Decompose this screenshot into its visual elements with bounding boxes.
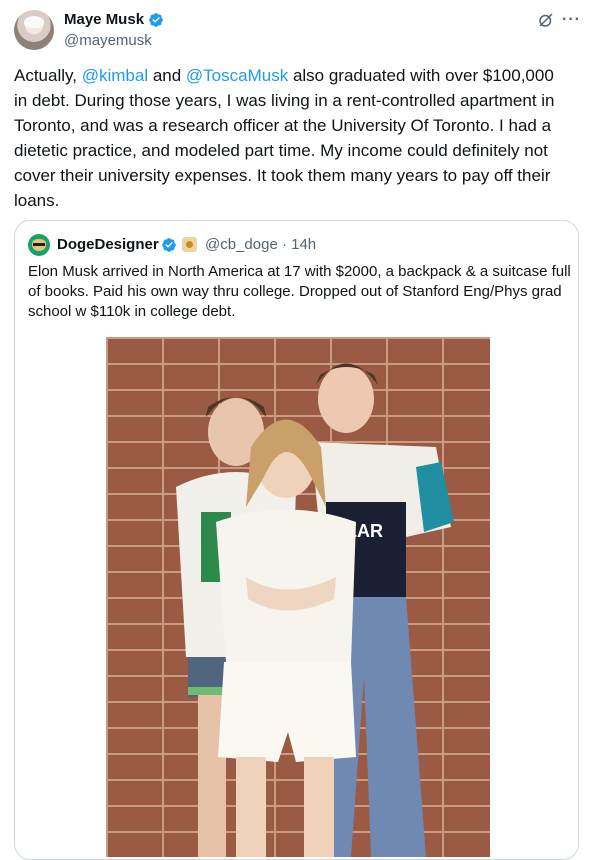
more-icon[interactable]: ···: [562, 10, 581, 30]
quoted-author-avatar[interactable]: [28, 234, 50, 256]
author-name[interactable]: Maye Musk: [64, 10, 144, 30]
quoted-handle-time[interactable]: @cb_doge · 14h: [205, 235, 316, 255]
tweet-text: Actually, @kimbal and @ToscaMusk also gr…: [14, 66, 555, 210]
author-handle[interactable]: @mayemusk: [64, 31, 152, 51]
affiliate-badge-icon: [182, 237, 197, 252]
grok-icon[interactable]: [537, 11, 555, 29]
quoted-tweet[interactable]: DogeDesigner @cb_doge · 14h Elon Musk ar…: [14, 220, 579, 860]
quoted-tweet-text: Elon Musk arrived in North America at 17…: [28, 263, 571, 320]
verified-badge-icon: [162, 238, 176, 252]
verified-badge-icon: [149, 13, 163, 27]
mention-toscamusk[interactable]: @ToscaMusk: [186, 66, 288, 85]
author-avatar[interactable]: [14, 10, 54, 50]
quoted-author-name[interactable]: DogeDesigner: [57, 235, 159, 255]
photo-figures: BEAR: [176, 363, 454, 857]
mention-kimbal[interactable]: @kimbal: [82, 66, 148, 85]
quoted-tweet-photo[interactable]: BEAR: [106, 337, 490, 857]
